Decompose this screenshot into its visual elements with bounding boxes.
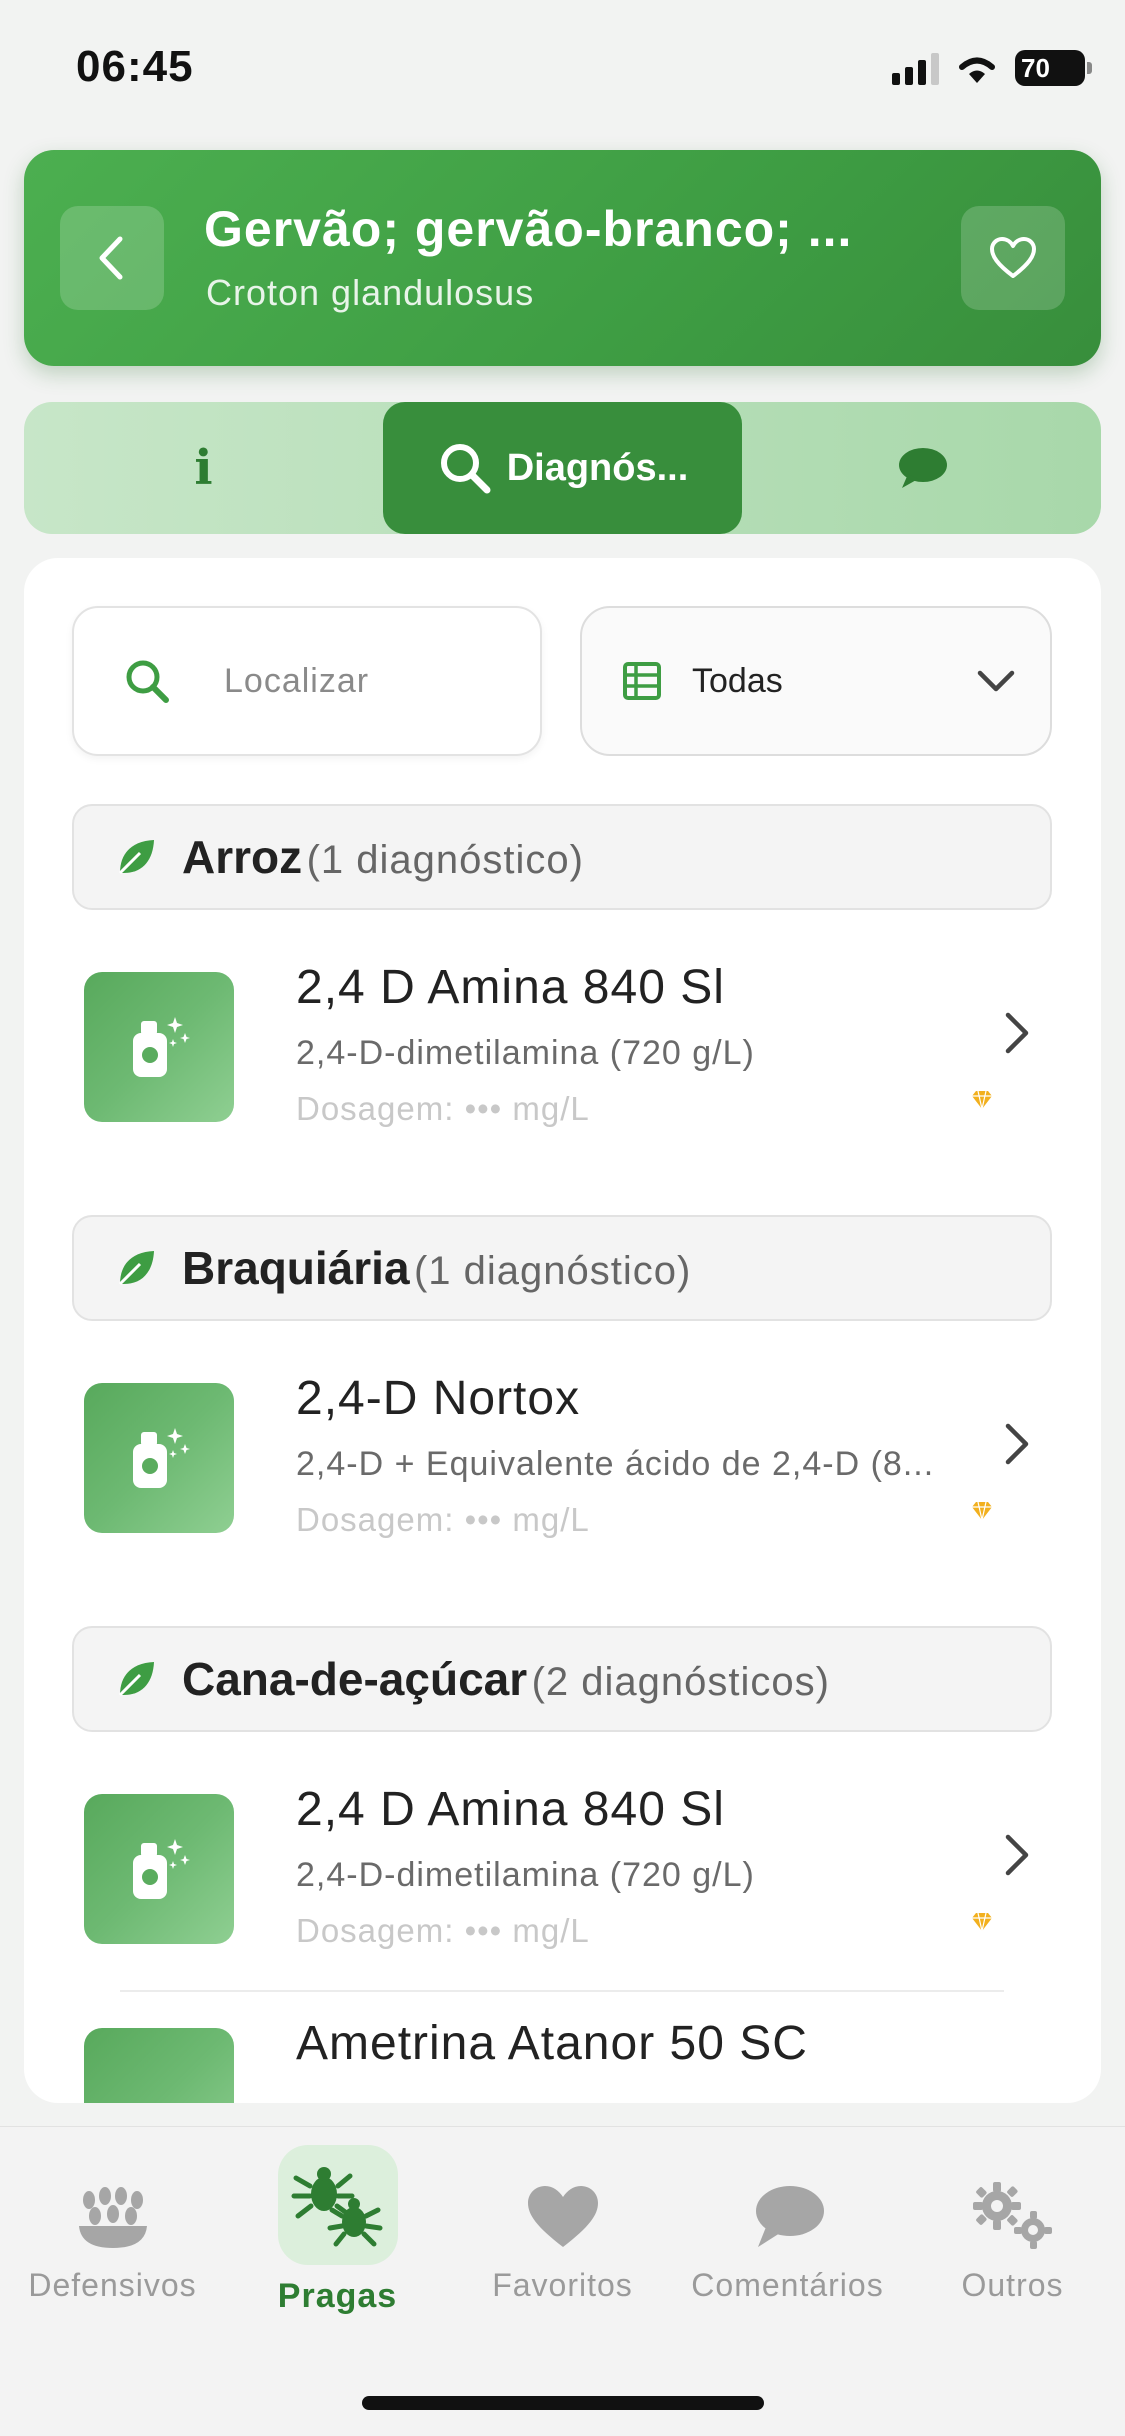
group-count: (2 diagnósticos): [531, 1660, 830, 1704]
chat-bubble-icon: [750, 2171, 826, 2261]
nav-label: Outros: [961, 2267, 1064, 2303]
dosage-text: Dosagem: ••• mg/L: [296, 1501, 590, 1538]
premium-diamond-icon: [972, 1912, 992, 1932]
leaf-icon: [118, 1251, 154, 1286]
group-header-arroz: Arroz (1 diagnóstico): [72, 804, 1052, 910]
bugs-icon: [277, 2145, 398, 2265]
chevron-down-icon: [977, 670, 1015, 692]
nav-item-comentarios[interactable]: Comentários: [675, 2127, 900, 2367]
favorite-button[interactable]: [961, 206, 1065, 310]
gears-icon: [965, 2171, 1061, 2261]
list-item[interactable]: 2,4 D Amina 840 Sl 2,4-D-dimetilamina (7…: [72, 960, 1052, 1140]
product-name: Ametrina Atanor 50 SC: [296, 2017, 808, 2070]
list-item[interactable]: Ametrina Atanor 50 SC: [72, 2016, 1052, 2103]
spray-bottle-icon: [84, 1383, 234, 1533]
active-ingredient: 2,4-D-dimetilamina (720 g/L): [296, 1856, 755, 1894]
heart-outline-icon: [990, 237, 1036, 278]
chevron-right-icon: [1005, 1834, 1029, 1876]
wifi-icon: [959, 57, 995, 83]
segmented-tabs: i Diagnós...: [24, 402, 1101, 534]
dosage-text: Dosagem: ••• mg/L: [296, 1912, 590, 1949]
battery-level: 70: [1021, 52, 1050, 83]
chevron-left-icon: [99, 236, 123, 280]
leaf-icon: [118, 840, 154, 875]
table-list-icon: [623, 662, 661, 700]
chevron-right-icon: [1005, 1012, 1029, 1054]
grain-icon: [75, 2171, 151, 2261]
status-bar: 06:45 70: [0, 0, 1125, 140]
culture-filter-select[interactable]: Todas: [580, 606, 1052, 756]
tab-diagnosticos-label: Diagnós...: [506, 446, 689, 489]
battery-icon: 70: [1015, 50, 1092, 86]
active-ingredient: 2,4-D-dimetilamina (720 g/L): [296, 1034, 755, 1072]
nav-label: Defensivos: [28, 2267, 197, 2303]
nav-item-outros[interactable]: Outros: [900, 2127, 1125, 2367]
tab-info[interactable]: i: [24, 402, 383, 534]
group-header-braquiaria: Braquiária (1 diagnóstico): [72, 1215, 1052, 1321]
active-ingredient: 2,4-D + Equivalente ácido de 2,4-D (8...: [296, 1445, 935, 1483]
nav-item-pragas[interactable]: Pragas: [225, 2127, 450, 2367]
dosage-text: Dosagem: ••• mg/L: [296, 1090, 590, 1127]
group-name: Cana-de-açúcar: [182, 1653, 528, 1705]
heart-icon: [525, 2171, 601, 2261]
search-icon: [440, 444, 491, 494]
info-icon: i: [194, 440, 213, 496]
back-button[interactable]: [60, 206, 164, 310]
page-title: Gervão; gervão-branco; ...: [204, 201, 853, 257]
product-name: 2,4-D Nortox: [296, 1372, 581, 1425]
search-icon: [126, 660, 169, 703]
nav-item-favoritos[interactable]: Favoritos: [450, 2127, 675, 2367]
product-name: 2,4 D Amina 840 Sl: [296, 961, 725, 1014]
group-name: Braquiária: [182, 1242, 410, 1294]
chevron-right-icon: [1005, 1423, 1029, 1465]
list-divider: [120, 1990, 1004, 1992]
bottom-navigation: Defensivos Pragas Favoritos Comentários …: [0, 2126, 1125, 2436]
search-box[interactable]: [72, 606, 542, 756]
tab-diagnosticos[interactable]: Diagnós...: [383, 402, 742, 534]
search-input[interactable]: [224, 661, 464, 701]
nav-item-defensivos[interactable]: Defensivos: [0, 2127, 225, 2367]
group-count: (1 diagnóstico): [306, 838, 584, 882]
page-header: Gervão; gervão-branco; ... Croton glandu…: [24, 150, 1101, 366]
filter-selected-value: Todas: [692, 661, 783, 700]
list-item[interactable]: 2,4-D Nortox 2,4-D + Equivalente ácido d…: [72, 1371, 1052, 1551]
spray-bottle-icon: [84, 2028, 234, 2103]
page-subtitle: Croton glandulosus: [206, 272, 535, 313]
group-name: Arroz: [182, 831, 303, 883]
list-item[interactable]: 2,4 D Amina 840 Sl 2,4-D-dimetilamina (7…: [72, 1782, 1052, 1962]
status-time: 06:45: [76, 42, 194, 91]
home-indicator[interactable]: [362, 2396, 764, 2410]
cellular-signal-icon: [892, 51, 939, 85]
leaf-icon: [118, 1662, 154, 1697]
chat-bubble-icon: [898, 448, 947, 488]
group-header-cana-de-acucar: Cana-de-açúcar (2 diagnósticos): [72, 1626, 1052, 1732]
status-icons: 70: [892, 48, 1092, 88]
spray-bottle-icon: [84, 972, 234, 1122]
nav-label: Pragas: [277, 2277, 398, 2315]
premium-diamond-icon: [972, 1501, 992, 1521]
product-name: 2,4 D Amina 840 Sl: [296, 1783, 725, 1836]
group-count: (1 diagnóstico): [413, 1249, 692, 1293]
spray-bottle-icon: [84, 1794, 234, 1944]
nav-label: Comentários: [691, 2267, 884, 2303]
diagnostics-card: Todas Arroz (1 diagnóstico) 2,4 D Amin: [24, 558, 1101, 2103]
premium-diamond-icon: [972, 1090, 992, 1110]
tab-comments[interactable]: [742, 402, 1101, 534]
nav-label: Favoritos: [492, 2267, 633, 2303]
